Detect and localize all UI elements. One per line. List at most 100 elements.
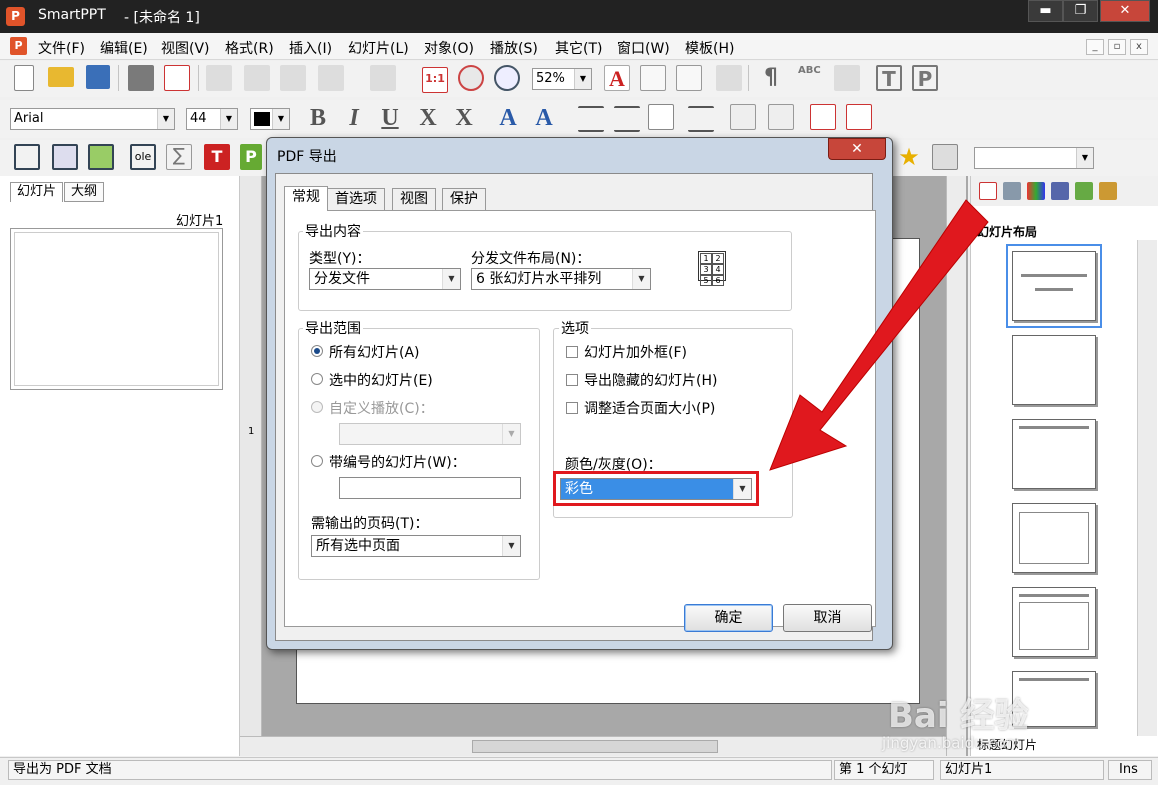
- numbered-slides-radio[interactable]: [311, 455, 323, 467]
- object-style-select[interactable]: ▼: [974, 147, 1094, 169]
- paragraph-icon[interactable]: [640, 65, 666, 91]
- menu-template[interactable]: 模板(H): [685, 38, 734, 58]
- placeholder-icon[interactable]: P: [912, 65, 938, 91]
- menu-slide[interactable]: 幻灯片(L): [348, 38, 409, 58]
- layout-title-slide[interactable]: [1012, 251, 1096, 321]
- text-color-select[interactable]: ▼: [250, 108, 290, 130]
- color-grayscale-select[interactable]: 彩色 ▼: [560, 478, 752, 500]
- font-family-select[interactable]: Arial ▼: [10, 108, 175, 130]
- star-icon[interactable]: ★: [896, 144, 922, 170]
- font-color-icon[interactable]: A: [604, 65, 630, 91]
- actual-size-button[interactable]: 1:1: [422, 67, 448, 93]
- tab-protection[interactable]: 保护: [442, 188, 486, 210]
- grow-font-button[interactable]: A: [494, 104, 522, 132]
- custom-show-radio[interactable]: [311, 401, 323, 413]
- print-icon[interactable]: [128, 65, 154, 91]
- pdf-export-icon[interactable]: [164, 65, 190, 91]
- layout-tool-icon[interactable]: [979, 182, 997, 200]
- tab-preferences[interactable]: 首选项: [327, 188, 385, 210]
- transition-icon[interactable]: [1075, 182, 1093, 200]
- cancel-button[interactable]: 取消: [783, 604, 872, 632]
- tab-view[interactable]: 视图: [392, 188, 436, 210]
- ole-object-icon[interactable]: ole: [130, 144, 156, 170]
- slide-thumbnail[interactable]: [10, 228, 223, 390]
- copy-icon[interactable]: [244, 65, 270, 91]
- pages-select[interactable]: 所有选中页面 ▼: [311, 535, 521, 557]
- export-hidden-checkbox[interactable]: [566, 374, 578, 386]
- strikethrough-button[interactable]: X: [414, 104, 442, 132]
- selected-slides-radio[interactable]: [311, 373, 323, 385]
- list-icon[interactable]: [676, 65, 702, 91]
- layout-content[interactable]: [1012, 503, 1096, 573]
- tab-general[interactable]: 常规: [284, 186, 328, 211]
- menu-object[interactable]: 对象(O): [424, 38, 474, 58]
- numbered-list-icon[interactable]: [846, 104, 872, 130]
- formula-icon[interactable]: ∑: [166, 144, 192, 170]
- table-icon[interactable]: [52, 144, 78, 170]
- editor-horizontal-scrollbar[interactable]: [240, 736, 946, 756]
- ok-button[interactable]: 确定: [684, 604, 773, 632]
- bullet-list-icon[interactable]: [810, 104, 836, 130]
- layout-title-content[interactable]: [1012, 587, 1096, 657]
- italic-button[interactable]: I: [340, 104, 368, 132]
- redo-icon[interactable]: [370, 65, 396, 91]
- zoom-fit-icon[interactable]: [458, 65, 484, 91]
- editor-vertical-scrollbar[interactable]: [946, 176, 966, 756]
- color-scheme-icon[interactable]: [1027, 182, 1045, 200]
- layout-title-only[interactable]: [1012, 419, 1096, 489]
- menu-format[interactable]: 格式(R): [225, 38, 274, 58]
- image-icon[interactable]: [88, 144, 114, 170]
- zoom-icon[interactable]: [494, 65, 520, 91]
- placeholder-object-icon[interactable]: P: [240, 144, 262, 170]
- menu-edit[interactable]: 编辑(E): [100, 38, 148, 58]
- align-left-icon[interactable]: [578, 106, 604, 132]
- text-frame-icon[interactable]: [14, 144, 40, 170]
- tab-slides[interactable]: 幻灯片: [10, 182, 64, 202]
- text-box-icon[interactable]: T: [876, 65, 902, 91]
- settings-icon[interactable]: [932, 144, 958, 170]
- handout-layout-select[interactable]: 6 张幻灯片水平排列 ▼: [471, 268, 651, 290]
- minimize-button[interactable]: ▬: [1028, 0, 1063, 22]
- chart-icon[interactable]: [834, 65, 860, 91]
- fit-page-checkbox[interactable]: [566, 402, 578, 414]
- close-button[interactable]: ✕: [1100, 0, 1150, 22]
- menu-window[interactable]: 窗口(W): [617, 38, 670, 58]
- open-folder-icon[interactable]: [48, 67, 74, 87]
- master-icon[interactable]: [1099, 182, 1117, 200]
- layout-scrollbar[interactable]: [1137, 240, 1157, 736]
- mdi-close-button[interactable]: x: [1130, 39, 1148, 55]
- mdi-restore-button[interactable]: ▫: [1108, 39, 1126, 55]
- cut-icon[interactable]: [206, 65, 232, 91]
- menu-file[interactable]: 文件(F): [38, 38, 85, 58]
- dialog-close-button[interactable]: ✕: [828, 138, 886, 160]
- menu-insert[interactable]: 插入(I): [289, 38, 332, 58]
- all-slides-radio[interactable]: [311, 345, 323, 357]
- underline-button[interactable]: U: [376, 104, 404, 132]
- indent-icon[interactable]: [768, 104, 794, 130]
- shadow-button[interactable]: X: [450, 104, 478, 132]
- custom-show-select[interactable]: ▼: [339, 423, 521, 445]
- spellcheck-icon[interactable]: ABC: [798, 65, 824, 91]
- menu-view[interactable]: 视图(V): [161, 38, 210, 58]
- bold-button[interactable]: B: [304, 104, 332, 132]
- align-center-icon[interactable]: [648, 104, 674, 130]
- pilcrow-icon[interactable]: ¶: [758, 65, 784, 91]
- numbered-slides-input[interactable]: [339, 477, 521, 499]
- layout-blank[interactable]: [1012, 335, 1096, 405]
- animation-icon[interactable]: [1051, 182, 1069, 200]
- justify-icon[interactable]: [688, 106, 714, 132]
- menu-other[interactable]: 其它(T): [555, 38, 602, 58]
- menu-play[interactable]: 播放(S): [490, 38, 538, 58]
- mdi-minimize-button[interactable]: _: [1086, 39, 1104, 55]
- slide-frame-checkbox[interactable]: [566, 346, 578, 358]
- shrink-font-button[interactable]: A: [530, 104, 558, 132]
- tab-outline[interactable]: 大纲: [64, 182, 105, 202]
- new-file-icon[interactable]: [14, 65, 34, 91]
- maximize-button[interactable]: ❐: [1063, 0, 1098, 22]
- font-size-select[interactable]: 44 ▼: [186, 108, 238, 130]
- format-painter-icon[interactable]: [716, 65, 742, 91]
- outdent-icon[interactable]: [730, 104, 756, 130]
- align-right-icon[interactable]: [614, 106, 640, 132]
- save-icon[interactable]: [86, 65, 110, 89]
- zoom-select[interactable]: 52% ▼: [532, 68, 592, 90]
